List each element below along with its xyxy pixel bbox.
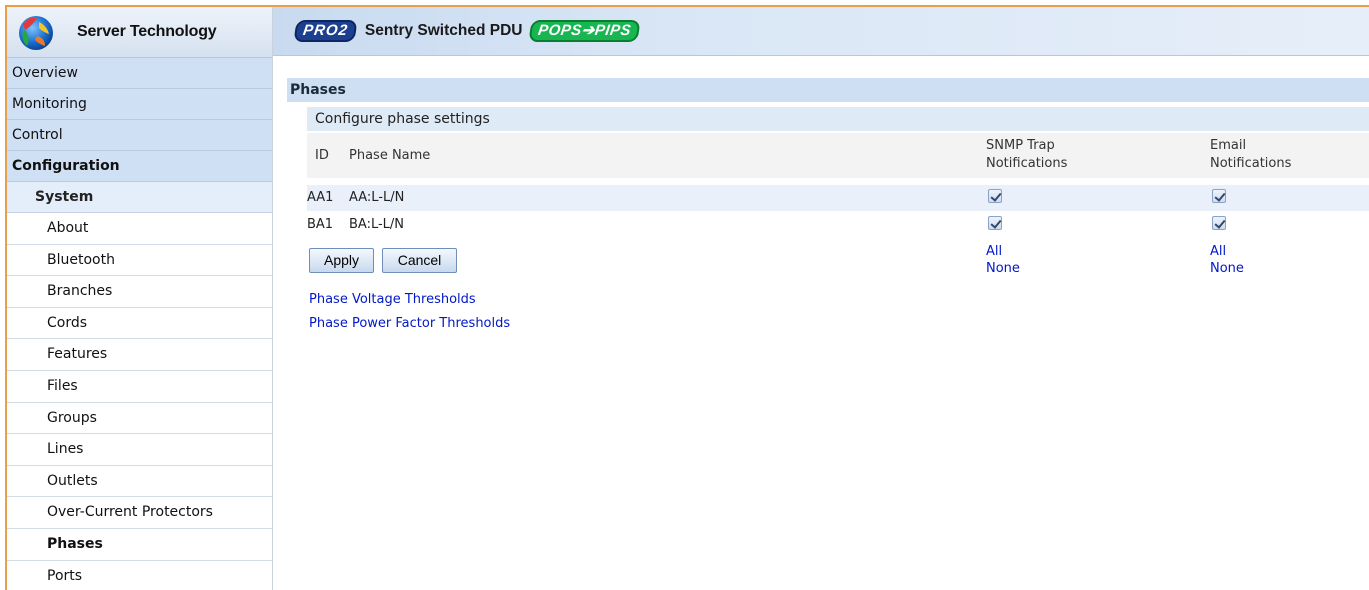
nav-item-monitoring[interactable]: Monitoring — [7, 89, 272, 120]
cancel-button[interactable]: Cancel — [382, 248, 457, 273]
email-select-none-link[interactable]: None — [1210, 261, 1244, 276]
nav-item-overview[interactable]: Overview — [7, 58, 272, 89]
nav-item-system[interactable]: System — [7, 182, 272, 213]
nav-item-branches[interactable]: Branches — [7, 276, 272, 308]
phase-power-factor-thresholds-link[interactable]: Phase Power Factor Thresholds — [309, 316, 510, 331]
email-checkbox[interactable] — [1212, 189, 1226, 203]
phase-id: BA1 — [307, 217, 334, 232]
column-header-snmp-line1: SNMP Trap — [986, 138, 1055, 153]
brand-header: Server Technology — [7, 7, 272, 58]
product-title: Sentry Switched PDU — [364, 22, 523, 39]
nav-item-control[interactable]: Control — [7, 120, 272, 151]
section-title: Phases — [287, 78, 1369, 102]
table-row: BA1 BA:L-L/N — [307, 212, 1369, 238]
nav-item-configuration[interactable]: Configuration — [7, 151, 272, 182]
column-header-email-line2: Notifications — [1210, 156, 1292, 171]
nav-item-outlets[interactable]: Outlets — [7, 465, 272, 498]
sidebar: Server Technology Overview Monitoring Co… — [7, 7, 273, 590]
nav-item-about[interactable]: About — [7, 213, 272, 245]
brand-name: Server Technology — [77, 23, 217, 40]
page-header: PRO2 Sentry Switched PDU POPS➔PIPS — [273, 7, 1369, 56]
server-technology-logo-icon — [15, 12, 55, 52]
column-header-email-line1: Email — [1210, 138, 1247, 153]
phase-id: AA1 — [307, 190, 334, 205]
snmp-select-all-link[interactable]: All — [986, 244, 1002, 259]
phase-name: AA:L-L/N — [349, 190, 405, 205]
apply-button[interactable]: Apply — [309, 248, 374, 273]
nav-item-phases[interactable]: Phases — [7, 528, 272, 561]
column-header-id: ID — [315, 148, 329, 163]
column-header-phase-name: Phase Name — [349, 148, 431, 163]
nav-item-features[interactable]: Features — [7, 339, 272, 371]
nav-item-lines[interactable]: Lines — [7, 434, 272, 466]
table-header: ID Phase Name SNMP Trap Notifications Em… — [307, 133, 1369, 178]
phase-name: BA:L-L/N — [349, 217, 405, 232]
pops-pips-badge: POPS➔PIPS — [528, 20, 641, 42]
snmp-checkbox[interactable] — [988, 216, 1002, 230]
nav-item-cords[interactable]: Cords — [7, 307, 272, 340]
snmp-select-none-link[interactable]: None — [986, 261, 1020, 276]
nav-item-bluetooth[interactable]: Bluetooth — [7, 244, 272, 277]
table-row: AA1 AA:L-L/N — [307, 185, 1369, 211]
nav-item-ports[interactable]: Ports — [7, 560, 272, 590]
nav-item-over-current-protectors[interactable]: Over-Current Protectors — [7, 497, 272, 529]
nav-item-files[interactable]: Files — [7, 370, 272, 403]
email-select-all-link[interactable]: All — [1210, 244, 1226, 259]
section-subtitle: Configure phase settings — [307, 107, 1369, 131]
main-content: Phases Configure phase settings ID Phase… — [287, 78, 1369, 331]
nav-item-groups[interactable]: Groups — [7, 402, 272, 435]
phase-voltage-thresholds-link[interactable]: Phase Voltage Thresholds — [309, 292, 476, 307]
column-header-snmp-line2: Notifications — [986, 156, 1068, 171]
email-checkbox[interactable] — [1212, 216, 1226, 230]
snmp-checkbox[interactable] — [988, 189, 1002, 203]
pro2-badge: PRO2 — [293, 20, 358, 42]
